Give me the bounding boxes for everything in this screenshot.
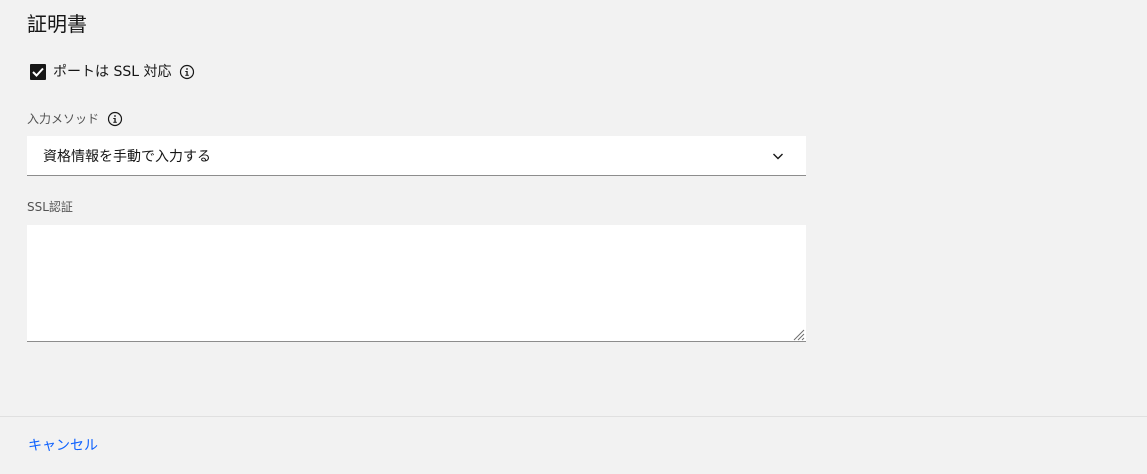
info-icon[interactable] bbox=[107, 111, 123, 127]
info-icon[interactable] bbox=[179, 64, 195, 80]
ssl-enabled-checkbox[interactable] bbox=[30, 64, 46, 80]
ssl-cert-textarea[interactable] bbox=[27, 225, 806, 342]
checkmark-icon bbox=[32, 67, 44, 77]
ssl-cert-label-row: SSL認証 bbox=[27, 199, 73, 215]
input-method-select[interactable]: 資格情報を手動で入力する bbox=[27, 136, 806, 176]
input-method-label: 入力メソッド bbox=[27, 112, 100, 126]
input-method-label-row: 入力メソッド bbox=[27, 111, 123, 127]
input-method-selected-value: 資格情報を手動で入力する bbox=[43, 148, 211, 165]
cancel-button[interactable]: キャンセル bbox=[28, 436, 98, 456]
ssl-cert-label: SSL認証 bbox=[27, 200, 73, 214]
resize-handle-icon[interactable] bbox=[791, 327, 805, 341]
ssl-enabled-label: ポートは SSL 対応 bbox=[53, 64, 172, 80]
ssl-checkbox-row: ポートは SSL 対応 bbox=[30, 62, 195, 82]
chevron-down-icon bbox=[770, 148, 786, 164]
footer bbox=[0, 417, 1147, 474]
section-title: 証明書 bbox=[27, 12, 87, 36]
